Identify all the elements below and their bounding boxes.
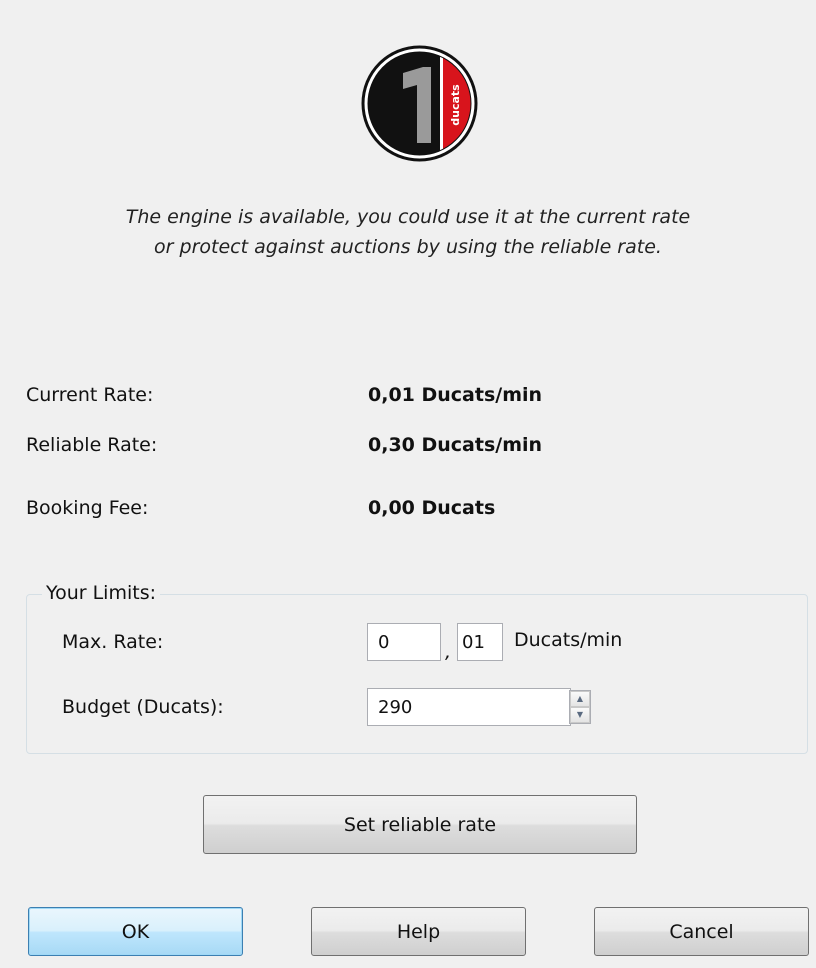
booking-fee-value: 0,00 Ducats xyxy=(368,497,496,519)
reliable-rate-label: Reliable Rate: xyxy=(26,434,158,456)
budget-spinner: ▲ ▼ xyxy=(569,690,591,724)
message-line-2: or protect against auctions by using the… xyxy=(154,236,662,258)
ok-button[interactable]: OK xyxy=(28,907,243,956)
max-rate-whole-input[interactable] xyxy=(367,623,441,661)
budget-label: Budget (Ducats): xyxy=(62,696,224,718)
ducats-logo-icon: ducats xyxy=(361,45,478,162)
limits-legend: Your Limits: xyxy=(42,580,161,606)
spin-up-icon[interactable]: ▲ xyxy=(570,691,590,707)
reliable-rate-value: 0,30 Ducats/min xyxy=(368,434,543,456)
limits-group xyxy=(26,594,808,754)
message-line-1: The engine is available, you could use i… xyxy=(125,206,691,228)
ducats-logo: ducats xyxy=(359,43,480,164)
max-rate-fraction-input[interactable] xyxy=(457,623,503,661)
current-rate-label: Current Rate: xyxy=(26,384,154,406)
decimal-separator: , xyxy=(445,641,452,663)
logo-brand-text: ducats xyxy=(449,84,462,126)
max-rate-label: Max. Rate: xyxy=(62,631,164,653)
spin-down-icon[interactable]: ▼ xyxy=(570,707,590,723)
dialog: ducats The engine is available, you coul… xyxy=(0,0,816,968)
info-message: The engine is available, you could use i… xyxy=(0,202,816,262)
booking-fee-label: Booking Fee: xyxy=(26,497,149,519)
budget-input[interactable] xyxy=(367,688,571,726)
help-button[interactable]: Help xyxy=(311,907,526,956)
set-reliable-rate-button[interactable]: Set reliable rate xyxy=(203,795,637,854)
current-rate-value: 0,01 Ducats/min xyxy=(368,384,543,406)
max-rate-unit: Ducats/min xyxy=(514,629,623,651)
cancel-button[interactable]: Cancel xyxy=(594,907,809,956)
